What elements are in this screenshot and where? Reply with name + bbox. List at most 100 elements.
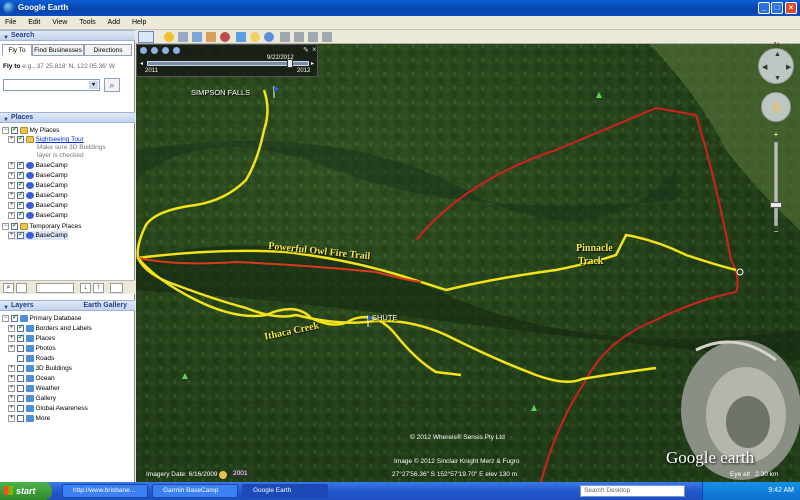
basecamp-icon xyxy=(25,211,34,219)
slider-track[interactable] xyxy=(147,61,309,66)
tab-fly-to[interactable]: Fly To xyxy=(2,44,32,56)
arrow-right-icon[interactable]: ▶ xyxy=(786,63,791,71)
street-view-icon[interactable] xyxy=(773,102,781,113)
zoom-out-icon[interactable]: − xyxy=(772,227,780,237)
record-tour-icon[interactable] xyxy=(220,32,230,42)
minimize-button[interactable]: _ xyxy=(758,2,770,14)
move-control[interactable] xyxy=(761,92,791,122)
slider-start-year: 2011 xyxy=(145,68,158,74)
layer-global-awareness[interactable]: + Global Awareness xyxy=(8,404,88,413)
zoom-in-icon[interactable]: + xyxy=(772,130,780,140)
tree-basecamp-2[interactable]: + BaseCamp xyxy=(8,170,68,180)
menu-help[interactable]: Help xyxy=(127,16,151,30)
open-folder-icon[interactable] xyxy=(110,283,123,293)
fly-to-input[interactable]: ▾ xyxy=(3,79,100,91)
arrow-left-icon[interactable]: ◀ xyxy=(762,63,767,71)
layer-ocean[interactable]: + Ocean xyxy=(8,374,55,383)
tab-find-businesses[interactable]: Find Businesses xyxy=(32,44,84,56)
taskbar-item-browser[interactable]: http://www.brisbane... xyxy=(62,484,148,498)
time-slider[interactable]: ✎ × 9/22/2012 ◂ ▸ 2011 2012 xyxy=(136,44,318,77)
start-button[interactable]: start xyxy=(0,482,52,500)
tree-my-places[interactable]: − My Places xyxy=(2,125,59,135)
menu-tools[interactable]: Tools xyxy=(74,16,100,30)
move-up-icon[interactable]: ↑ xyxy=(93,283,104,293)
basecamp-icon xyxy=(25,201,34,209)
arrow-up-icon[interactable]: ▲ xyxy=(774,51,781,58)
placemark-icon[interactable] xyxy=(164,32,174,42)
search-button[interactable]: ⌕ xyxy=(104,78,120,92)
image-overlay-icon[interactable] xyxy=(206,32,216,42)
ruler-icon[interactable] xyxy=(280,32,290,42)
move-down-icon[interactable]: ↓ xyxy=(80,283,91,293)
search-desktop-input[interactable]: Search Desktop xyxy=(580,485,685,497)
menu-edit[interactable]: Edit xyxy=(23,16,45,30)
taskbar-item-google-earth[interactable]: Google Earth xyxy=(242,484,328,498)
sidebar-toggle-icon[interactable] xyxy=(138,31,154,43)
tree-basecamp-3[interactable]: + BaseCamp xyxy=(8,180,68,190)
look-control[interactable]: ▲ ▼ ◀ ▶ N xyxy=(758,42,794,84)
sun-icon[interactable] xyxy=(250,32,260,42)
planets-icon[interactable] xyxy=(264,32,274,42)
search-icon: ⌕ xyxy=(109,80,115,90)
layer-primary-database[interactable]: − Primary Database xyxy=(2,313,81,323)
taskbar-item-basecamp[interactable]: Garmin BaseCamp xyxy=(152,484,238,498)
layer-gallery[interactable]: + Gallery xyxy=(8,394,56,403)
menu-view[interactable]: View xyxy=(47,16,72,30)
polygon-icon[interactable] xyxy=(178,32,188,42)
pointer-coordinates: 27°27'56.36" S 152°57'19.70" E elev 130 … xyxy=(392,471,518,478)
layer-borders[interactable]: + Borders and Labels xyxy=(8,323,92,333)
map-view[interactable]: SIMPSON FALLS SHUTE Powerful Owl Fire Tr… xyxy=(136,30,800,482)
collapse-triangle-icon: ▼ xyxy=(3,305,9,311)
menu-add[interactable]: Add xyxy=(103,16,125,30)
dropdown-arrow-icon[interactable]: ▾ xyxy=(89,81,98,89)
tree-temp-basecamp[interactable]: + BaseCamp xyxy=(8,230,68,240)
close-button[interactable]: × xyxy=(785,2,797,14)
zoom-in-time-icon[interactable] xyxy=(151,47,158,54)
slider-handle[interactable] xyxy=(287,59,293,68)
play-icon[interactable] xyxy=(173,47,180,54)
maximize-button[interactable]: □ xyxy=(771,2,783,14)
places-panel-header[interactable]: ▼ Places xyxy=(0,112,135,123)
clock-icon[interactable] xyxy=(219,471,227,479)
layer-more[interactable]: + More xyxy=(8,414,50,423)
step-forward-icon[interactable]: ▸ xyxy=(311,60,314,67)
print-icon[interactable] xyxy=(308,32,318,42)
layer-weather[interactable]: + Weather xyxy=(8,384,60,393)
search-icon[interactable]: ⌕ xyxy=(3,283,14,293)
panel-toggle-icon[interactable] xyxy=(16,283,27,293)
earth-gallery-link[interactable]: Earth Gallery xyxy=(83,301,127,311)
taskbar: start http://www.brisbane... Garmin Base… xyxy=(0,482,800,500)
zoom-handle[interactable] xyxy=(770,202,782,208)
layer-roads[interactable]: Roads xyxy=(8,354,54,363)
tree-temporary-places[interactable]: − Temporary Places xyxy=(2,221,81,231)
path-icon[interactable] xyxy=(192,32,202,42)
layer-places[interactable]: + Places xyxy=(8,333,55,343)
email-icon[interactable] xyxy=(294,32,304,42)
tab-directions[interactable]: Directions xyxy=(84,44,132,56)
satellite-imagery xyxy=(136,30,800,482)
arrow-down-icon[interactable]: ▼ xyxy=(774,75,781,82)
tree-basecamp-6[interactable]: + BaseCamp xyxy=(8,210,68,220)
places-toolbar: ⌕ ↓ ↑ xyxy=(0,280,135,294)
fly-to-label: Fly to xyxy=(3,63,21,70)
time-settings-icon[interactable] xyxy=(140,47,147,54)
fly-to-label-row: Fly to e.g., 37 25.818' N, 122 05.36' W xyxy=(3,63,115,70)
places-filter-input[interactable] xyxy=(36,283,74,293)
layers-header-label: Layers xyxy=(11,302,34,309)
step-back-icon[interactable]: ◂ xyxy=(140,60,143,67)
wrench-icon[interactable]: ✎ xyxy=(303,46,309,54)
layers-panel-header[interactable]: ▼ Layers Earth Gallery xyxy=(0,300,135,311)
close-slider-icon[interactable]: × xyxy=(312,45,317,54)
zoom-out-time-icon[interactable] xyxy=(162,47,169,54)
historical-imagery-icon[interactable] xyxy=(236,32,246,42)
borders-icon xyxy=(25,324,34,332)
view-in-maps-icon[interactable] xyxy=(322,32,332,42)
search-panel-header[interactable]: ▼ Search xyxy=(0,30,135,41)
layer-photos[interactable]: + Photos xyxy=(8,344,56,353)
menu-file[interactable]: File xyxy=(0,16,21,30)
tree-basecamp-5[interactable]: + BaseCamp xyxy=(8,200,68,210)
layer-3d-buildings[interactable]: + 3D Buildings xyxy=(8,364,72,373)
zoom-slider[interactable] xyxy=(774,142,778,226)
tree-basecamp-4[interactable]: + BaseCamp xyxy=(8,190,68,200)
tree-basecamp-1[interactable]: + BaseCamp xyxy=(8,160,68,170)
